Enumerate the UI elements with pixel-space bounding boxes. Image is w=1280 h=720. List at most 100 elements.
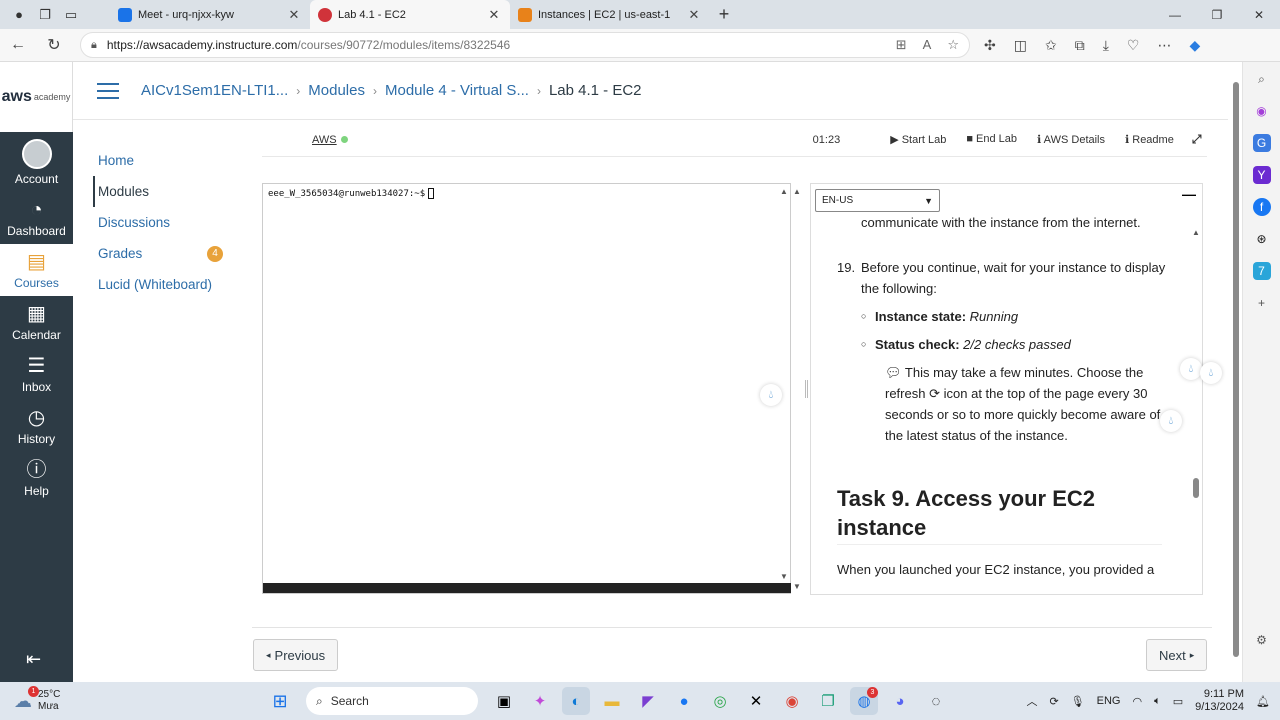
- scroll-down-icon[interactable]: ▼: [793, 582, 801, 591]
- downloads-icon[interactable]: ⤓: [1103, 37, 1109, 54]
- obs-icon[interactable]: ◌: [922, 687, 950, 715]
- nav-account[interactable]: Account: [0, 132, 73, 192]
- terminal-horizontal-scrollbar[interactable]: [263, 583, 791, 593]
- previous-button[interactable]: ◂ Previous: [253, 639, 339, 671]
- task-view-icon[interactable]: ▣: [490, 687, 518, 715]
- add-sidebar-app-icon[interactable]: +: [1253, 294, 1271, 312]
- terminal-pane[interactable]: eee_W_3565034@runweb134027:~$: [262, 183, 791, 594]
- aws-status-link[interactable]: AWS: [312, 134, 348, 146]
- close-window-icon[interactable]: ✕: [1238, 0, 1280, 29]
- start-windows-icon[interactable]: ⊞: [266, 687, 294, 715]
- discord-icon[interactable]: ◕: [886, 687, 914, 715]
- app-icon[interactable]: 7: [1252, 262, 1271, 280]
- breadcrumb-modules[interactable]: Modules: [308, 82, 365, 99]
- xbox-icon[interactable]: ◎: [706, 687, 734, 715]
- sidebar-settings-icon[interactable]: ⚙: [1253, 631, 1271, 649]
- nav-history[interactable]: ◷ History: [0, 400, 73, 452]
- url-field[interactable]: 🔒︎ https://awsacademy.instructure.com/co…: [80, 32, 970, 58]
- facebook-app-icon[interactable]: ●: [670, 687, 698, 715]
- edge-icon[interactable]: ◐: [562, 687, 590, 715]
- drops-extension-icon[interactable]: 💧︎: [1160, 410, 1182, 432]
- battery-icon[interactable]: ▭: [1173, 695, 1183, 708]
- scroll-up-icon[interactable]: ▲: [1192, 228, 1200, 237]
- zalo-icon[interactable]: ◍ 3: [850, 687, 878, 715]
- close-tab-icon[interactable]: ✕: [686, 7, 702, 23]
- copilot-icon[interactable]: ◆: [1189, 37, 1200, 54]
- split-screen-icon[interactable]: ◫: [1014, 37, 1027, 54]
- translate-icon[interactable]: G: [1252, 134, 1271, 152]
- minimize-pane-icon[interactable]: —: [1182, 186, 1196, 202]
- aws-details-button[interactable]: ℹ AWS Details: [1037, 133, 1105, 146]
- back-arrow-icon[interactable]: ←: [0, 36, 36, 54]
- close-tab-icon[interactable]: ✕: [486, 7, 502, 23]
- workspaces-icon[interactable]: ❐: [32, 2, 58, 28]
- terminal-outer-scrollbar[interactable]: ▲ ▼: [792, 187, 802, 591]
- browser-essentials-icon[interactable]: ♡: [1127, 37, 1140, 54]
- copilot-app-icon[interactable]: ✦: [526, 687, 554, 715]
- reload-icon[interactable]: ↻: [36, 35, 72, 55]
- messenger-icon[interactable]: ◉: [1253, 102, 1271, 120]
- close-tab-icon[interactable]: ✕: [286, 7, 302, 23]
- capcut-icon[interactable]: ✕: [742, 687, 770, 715]
- favorite-star-icon[interactable]: ☆: [947, 37, 959, 53]
- collapse-nav-icon[interactable]: ⇤: [26, 649, 41, 670]
- profile-icon[interactable]: ●: [6, 2, 32, 28]
- lock-icon[interactable]: 🔒︎: [91, 39, 97, 52]
- file-explorer-icon[interactable]: ▬: [598, 687, 626, 715]
- scroll-down-icon[interactable]: ▼: [780, 572, 788, 581]
- course-nav-lucid[interactable]: Lucid (Whiteboard): [93, 269, 233, 300]
- collections-icon[interactable]: ⧉: [1075, 37, 1085, 54]
- minimize-icon[interactable]: —: [1154, 0, 1196, 29]
- start-lab-button[interactable]: ▶ Start Lab: [890, 133, 946, 146]
- course-menu-icon[interactable]: [97, 78, 119, 104]
- tab-lab[interactable]: Lab 4.1 - EC2 ✕: [310, 0, 510, 29]
- read-aloud-icon[interactable]: A: [923, 37, 932, 53]
- more-menu-icon[interactable]: ⋯: [1157, 37, 1171, 54]
- scroll-thumb[interactable]: [1193, 478, 1199, 498]
- visual-studio-icon[interactable]: ◤: [634, 687, 662, 715]
- favorites-icon[interactable]: ✩: [1045, 37, 1057, 54]
- course-nav-home[interactable]: Home: [93, 145, 233, 176]
- sync-icon[interactable]: ⟳: [1049, 695, 1058, 708]
- clock[interactable]: 9:11 PM 9/13/2024: [1195, 688, 1244, 714]
- restore-icon[interactable]: ❐: [1196, 0, 1238, 29]
- apps-icon[interactable]: ⊞: [896, 37, 907, 53]
- page-scrollbar[interactable]: [1231, 66, 1241, 676]
- nav-help[interactable]: ⓘ Help: [0, 452, 73, 504]
- new-tab-button[interactable]: +: [710, 4, 738, 25]
- scroll-up-icon[interactable]: ▲: [780, 187, 788, 196]
- drops-extension-icon[interactable]: 💧︎: [760, 384, 782, 406]
- input-language[interactable]: ENG: [1097, 695, 1121, 707]
- fullscreen-icon[interactable]: ⤢: [1192, 132, 1202, 147]
- nav-dashboard[interactable]: ◔ Dashboard: [0, 192, 73, 244]
- scroll-up-icon[interactable]: ▲: [793, 187, 801, 196]
- language-select[interactable]: EN-US ▼: [815, 189, 940, 212]
- search-icon[interactable]: ⌕: [1253, 70, 1271, 88]
- extensions-icon[interactable]: ✣: [984, 37, 996, 54]
- aws-academy-logo[interactable]: aws academy: [0, 62, 73, 132]
- breadcrumb-module[interactable]: Module 4 - Virtual S...: [385, 82, 529, 99]
- readme-button[interactable]: ℹ Readme: [1125, 133, 1174, 146]
- tab-meet[interactable]: Meet - urq-njxx-kyw ✕: [110, 0, 310, 29]
- scroll-thumb[interactable]: [1233, 82, 1239, 657]
- pane-resize-handle[interactable]: [805, 380, 808, 398]
- course-nav-modules[interactable]: Modules: [93, 176, 233, 207]
- app-window-icon[interactable]: ❐: [814, 687, 842, 715]
- facebook-icon[interactable]: f: [1252, 198, 1271, 216]
- tab-actions-icon[interactable]: ▭: [58, 2, 84, 28]
- chevron-up-icon[interactable]: ︿: [1026, 693, 1037, 709]
- course-nav-discussions[interactable]: Discussions: [93, 207, 233, 238]
- end-lab-button[interactable]: ■ End Lab: [966, 133, 1017, 146]
- taskbar-search[interactable]: ⌕ Search: [306, 687, 478, 715]
- tab-ec2-instances[interactable]: Instances | EC2 | us-east-1 ✕: [510, 0, 710, 29]
- next-button[interactable]: Next ▸: [1146, 639, 1208, 671]
- volume-icon[interactable]: 🔈︎: [1154, 695, 1161, 708]
- nav-calendar[interactable]: ▦ Calendar: [0, 296, 73, 348]
- notifications-icon[interactable]: 🔔︎: [1256, 695, 1270, 708]
- nav-courses[interactable]: ▤ Courses: [0, 244, 73, 296]
- nav-inbox[interactable]: ☰ Inbox: [0, 348, 73, 400]
- chatgpt-icon[interactable]: ⊛: [1253, 230, 1271, 248]
- chrome-icon[interactable]: ◉: [778, 687, 806, 715]
- microphone-icon[interactable]: 🎙︎: [1071, 695, 1085, 708]
- drops-extension-icon[interactable]: 💧︎: [1200, 362, 1222, 384]
